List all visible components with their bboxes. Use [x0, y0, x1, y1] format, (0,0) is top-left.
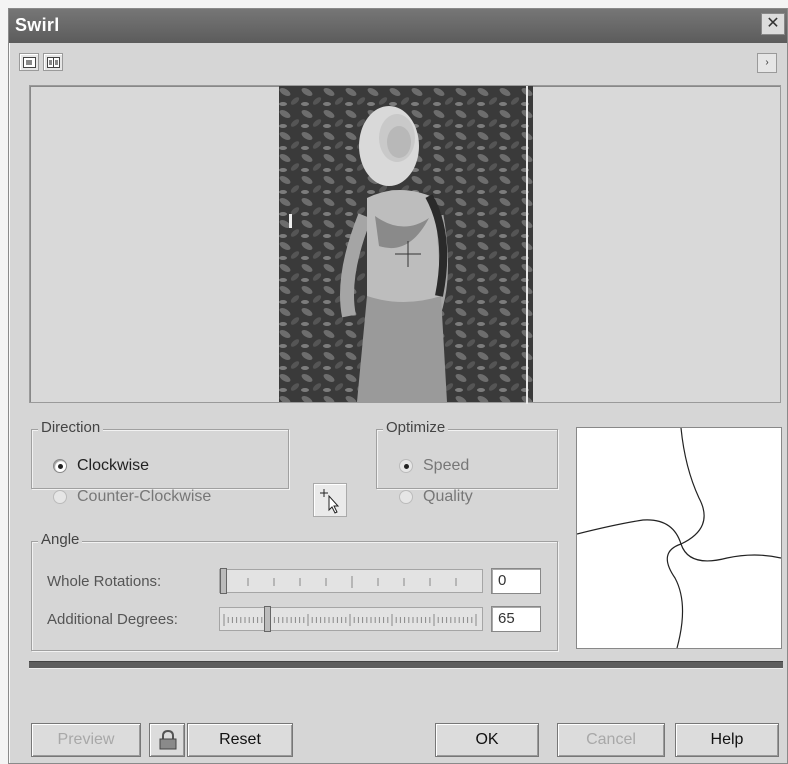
preview-button[interactable]: Preview — [31, 723, 141, 757]
angle-title: Angle — [38, 531, 83, 548]
preview-area[interactable] — [29, 85, 781, 404]
radio-speed-indicator[interactable] — [399, 459, 413, 473]
whole-rotations-thumb[interactable] — [220, 568, 227, 594]
radio-quality-indicator[interactable] — [399, 490, 413, 504]
whole-rotations-ticks — [247, 576, 457, 588]
swirl-curve-graphic — [576, 427, 782, 649]
whole-rotations-label: Whole Rotations: — [47, 573, 162, 590]
radio-counter-clockwise[interactable]: Counter-Clockwise — [53, 488, 211, 506]
swirl-pattern-preview — [576, 427, 782, 649]
angle-group: Angle — [31, 531, 558, 651]
direction-title: Direction — [38, 419, 104, 436]
radio-quality[interactable]: Quality — [399, 488, 473, 506]
additional-degrees-ticks — [223, 614, 477, 626]
split-preview-button[interactable] — [19, 53, 39, 71]
preview-photo-graphic — [279, 86, 533, 402]
window-title: Swirl — [15, 15, 60, 35]
ok-button[interactable]: OK — [435, 723, 539, 757]
whole-rotations-input[interactable]: 0 — [491, 568, 541, 594]
radio-clockwise[interactable]: Clockwise — [53, 457, 149, 475]
radio-clockwise-indicator[interactable] — [53, 459, 67, 473]
additional-degrees-slider[interactable] — [219, 606, 483, 632]
additional-degrees-input[interactable]: 65 — [491, 606, 541, 632]
radio-counter-clockwise-label: Counter-Clockwise — [77, 488, 212, 505]
dual-preview-icon — [47, 57, 60, 68]
preview-image[interactable] — [279, 86, 533, 402]
cancel-button[interactable]: Cancel — [557, 723, 665, 757]
radio-speed[interactable]: Speed — [399, 457, 469, 475]
optimize-title: Optimize — [383, 419, 449, 436]
menu-arrow-button[interactable]: › — [757, 53, 777, 73]
radio-counter-clockwise-indicator[interactable] — [53, 490, 67, 504]
dual-preview-button[interactable] — [43, 53, 63, 71]
close-button[interactable]: ✕ — [761, 13, 785, 35]
split-preview-icon — [23, 57, 36, 68]
crosshair-pointer-icon — [320, 489, 340, 514]
radio-speed-label: Speed — [423, 457, 470, 474]
swirl-dialog: Swirl ✕ › Direction Clockwise Counter-Cl… — [8, 8, 788, 764]
help-button[interactable]: Help — [675, 723, 779, 757]
close-icon: ✕ — [766, 15, 780, 32]
additional-degrees-thumb[interactable] — [264, 606, 271, 632]
pick-center-button[interactable] — [313, 483, 347, 517]
radio-quality-label: Quality — [423, 488, 473, 505]
chevron-right-icon: › — [765, 57, 769, 68]
preview-divider — [526, 86, 528, 404]
title-bar[interactable]: Swirl ✕ — [9, 9, 787, 43]
reset-button[interactable]: Reset — [187, 723, 293, 757]
radio-clockwise-label: Clockwise — [77, 457, 150, 474]
auto-preview-lock-button[interactable] — [149, 723, 185, 757]
additional-degrees-label: Additional Degrees: — [47, 611, 178, 628]
whole-rotations-slider[interactable] — [219, 568, 483, 594]
separator-bar — [29, 661, 783, 669]
lock-icon — [159, 730, 177, 750]
